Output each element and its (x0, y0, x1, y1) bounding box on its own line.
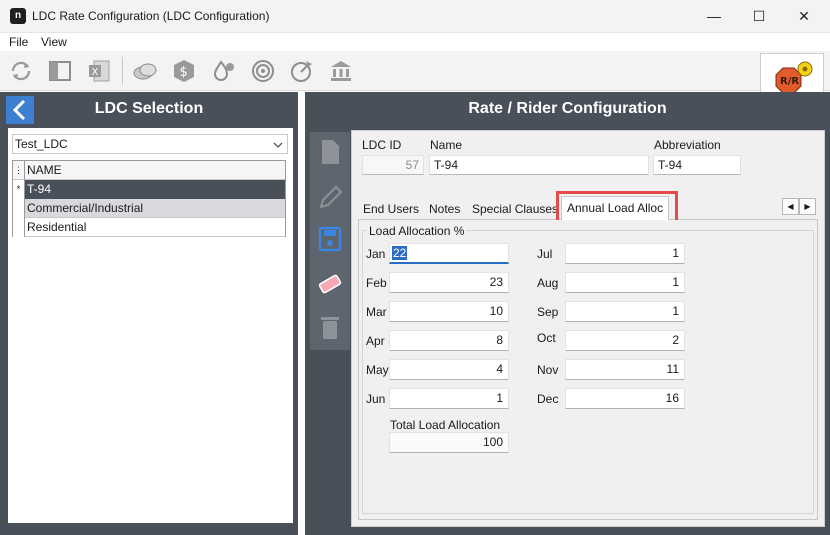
month-label: Jun (366, 392, 386, 406)
grid-cell-name[interactable]: T-94 (27, 180, 51, 199)
month-input-feb[interactable]: 23 (389, 272, 509, 293)
month-input-dec[interactable]: 16 (565, 388, 685, 409)
grid-cell-name[interactable]: Commercial/Industrial (27, 199, 143, 218)
ldc-id-label: LDC ID (362, 138, 402, 152)
panel-icon[interactable] (47, 58, 73, 84)
month-label: Mar (366, 305, 387, 319)
svg-text:R/R: R/R (780, 76, 799, 87)
bank-icon[interactable] (328, 58, 354, 84)
name-field[interactable]: T-94 (429, 155, 649, 175)
menu-bar (0, 33, 830, 51)
month-label: Feb (366, 276, 387, 290)
window-title: LDC Rate Configuration (LDC Configuratio… (32, 9, 270, 23)
total-load-allocation-label: Total Load Allocation (390, 418, 501, 432)
abbreviation-field[interactable]: T-94 (653, 155, 741, 175)
ldc-id-field: 57 (362, 155, 424, 175)
jan-value: 22 (392, 246, 408, 260)
month-input-aug[interactable]: 1 (565, 272, 685, 293)
total-load-allocation-field: 100 (389, 432, 509, 453)
grid-header-selector-icon[interactable]: ⋮ (13, 161, 25, 180)
ldc-dropdown-value: Test_LDC (15, 137, 68, 151)
month-input-apr[interactable]: 8 (389, 330, 509, 351)
rate-rider-title: Rate / Rider Configuration (468, 100, 667, 117)
trash-icon[interactable] (312, 308, 348, 348)
grid-row-marker (13, 218, 25, 237)
month-input-sep[interactable]: 1 (565, 301, 685, 322)
grid-header-name[interactable]: NAME (27, 161, 62, 180)
tab-special-clauses[interactable]: Special Clauses (467, 198, 563, 220)
maximize-button[interactable]: ☐ (737, 4, 781, 28)
refresh-icon[interactable] (8, 58, 34, 84)
tab-notes[interactable]: Notes (424, 198, 465, 220)
grid-cell-name[interactable]: Residential (27, 218, 86, 237)
ldc-selection-title: LDC Selection (94, 100, 204, 117)
month-input-oct[interactable]: 2 (565, 330, 685, 351)
tab-scroll-left-icon[interactable]: ◀ (782, 198, 799, 215)
tab-scroll-right-icon[interactable]: ▶ (799, 198, 816, 215)
edit-pencil-icon[interactable] (312, 176, 348, 216)
abbreviation-label: Abbreviation (654, 138, 721, 152)
grid-row-marker (13, 199, 25, 218)
excel-icon[interactable]: X (86, 58, 112, 84)
tab-end-users[interactable]: End Users (358, 198, 424, 220)
gas-settings-icon[interactable] (211, 58, 237, 84)
name-label: Name (430, 138, 463, 152)
month-label: Sep (537, 305, 559, 319)
toolbar (0, 51, 830, 91)
svg-text:X: X (92, 67, 99, 78)
month-label: Apr (366, 334, 385, 348)
app-logo-icon: n (10, 8, 26, 24)
menu-view[interactable]: View (41, 35, 67, 49)
gauge-icon[interactable] (289, 58, 315, 84)
month-label: Oct (537, 331, 556, 345)
month-input-may[interactable]: 4 (389, 359, 509, 380)
month-label: Jul (537, 247, 553, 261)
toolbar-separator (122, 57, 123, 85)
month-label: Nov (537, 363, 559, 377)
minimize-button[interactable]: — (692, 4, 736, 28)
new-document-icon[interactable] (312, 132, 348, 172)
month-input-nov[interactable]: 11 (565, 359, 685, 380)
save-icon[interactable] (312, 220, 348, 260)
month-input-jun[interactable]: 1 (389, 388, 509, 409)
chevron-down-icon[interactable] (272, 140, 284, 152)
month-label: May (366, 363, 389, 377)
grid-row-marker: * (13, 180, 25, 199)
dollar-hex-icon[interactable]: $ (171, 58, 197, 84)
target-icon[interactable] (250, 58, 276, 84)
month-label: Jan (366, 247, 386, 261)
menu-file[interactable]: File (9, 35, 28, 49)
close-button[interactable]: ✕ (782, 4, 826, 28)
eraser-icon[interactable] (312, 264, 348, 304)
month-input-mar[interactable]: 10 (389, 301, 509, 322)
svg-text:$: $ (180, 65, 188, 80)
table-row[interactable] (13, 180, 285, 199)
coins-icon[interactable] (132, 58, 158, 84)
month-label: Dec (537, 392, 559, 406)
month-input-jan[interactable]: 22 (389, 243, 509, 264)
month-input-jul[interactable]: 1 (565, 243, 685, 264)
load-allocation-title: Load Allocation % (367, 224, 467, 238)
month-label: Aug (537, 276, 559, 290)
